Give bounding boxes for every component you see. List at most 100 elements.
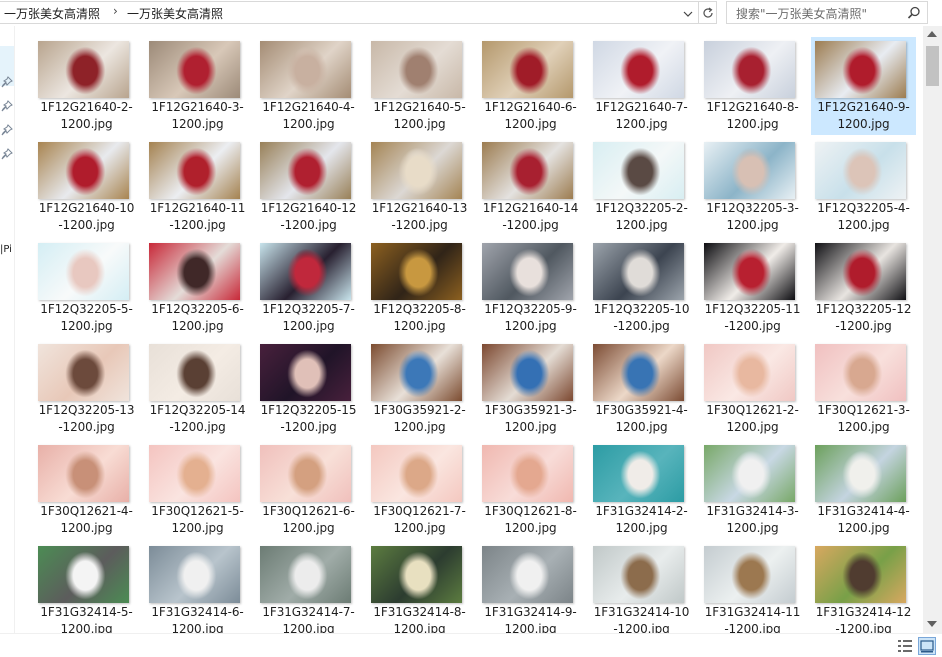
file-name-line: -1200.jpg [391, 218, 448, 232]
file-item[interactable]: 1F30G35921-2- 1200.jpg [367, 340, 472, 438]
file-item[interactable]: 1F12G21640-12 -1200.jpg [256, 138, 361, 236]
file-item[interactable]: 1F31G32414-2- 1200.jpg [589, 441, 694, 539]
file-item[interactable]: 1F12G21640-7- 1200.jpg [589, 37, 694, 135]
file-item[interactable]: 1F12G21640-14 -1200.jpg [478, 138, 583, 236]
file-name-line: 1F30G35921-3- [484, 403, 577, 417]
file-item[interactable]: 1F12G21640-2- 1200.jpg [34, 37, 139, 135]
file-name-line: 1F12Q32205-8- [373, 302, 466, 316]
search-icon[interactable] [907, 6, 921, 20]
vertical-scrollbar[interactable] [923, 26, 942, 633]
file-name-label: 1F12Q32205-4- 1200.jpg [811, 200, 916, 234]
file-name-label: 1F31G32414-9- 1200.jpg [478, 604, 583, 633]
breadcrumb-item[interactable]: 一万张美女高清照 [4, 5, 100, 22]
file-item[interactable]: 1F12Q32205-3- 1200.jpg [700, 138, 805, 236]
file-name-label: 1F12Q32205-12 -1200.jpg [811, 301, 916, 335]
file-item[interactable]: 1F12Q32205-6- 1200.jpg [145, 239, 250, 337]
file-item[interactable]: 1F12Q32205-10 -1200.jpg [589, 239, 694, 337]
image-thumbnail [482, 243, 573, 300]
file-name-line: 1F31G32414-11 [704, 605, 801, 619]
pin-icon [1, 76, 13, 88]
file-item[interactable]: 1F31G32414-4- 1200.jpg [811, 441, 916, 539]
file-name-label: 1F12Q32205-13 -1200.jpg [34, 402, 139, 436]
file-item[interactable]: 1F12Q32205-13 -1200.jpg [34, 340, 139, 438]
details-view-icon[interactable] [897, 638, 913, 654]
file-name-label: 1F12G21640-4- 1200.jpg [256, 99, 361, 133]
large-icons-view-icon[interactable] [918, 637, 936, 655]
search-box[interactable]: 搜索"一万张美女高清照" [726, 1, 928, 24]
file-item[interactable]: 1F12Q32205-15 -1200.jpg [256, 340, 361, 438]
file-item[interactable]: 1F30Q12621-8- 1200.jpg [478, 441, 583, 539]
nav-item-label-fragment[interactable]: |Pi [0, 244, 12, 255]
file-name-label: 1F31G32414-8- 1200.jpg [367, 604, 472, 633]
file-item[interactable]: 1F30Q12621-7- 1200.jpg [367, 441, 472, 539]
file-item[interactable]: 1F12G21640-8- 1200.jpg [700, 37, 805, 135]
image-thumbnail [38, 41, 129, 98]
file-name-line: 1F12Q32205-10 [593, 302, 690, 316]
file-item[interactable]: 1F12Q32205-2- 1200.jpg [589, 138, 694, 236]
file-item[interactable]: 1F31G32414-9- 1200.jpg [478, 542, 583, 633]
file-item[interactable]: 1F30Q12621-6- 1200.jpg [256, 441, 361, 539]
file-item[interactable]: 1F12Q32205-12 -1200.jpg [811, 239, 916, 337]
thumbnail-view-icon [920, 640, 934, 653]
file-name-line: 1F31G32414-3- [706, 504, 799, 518]
file-item[interactable]: 1F12G21640-11 -1200.jpg [145, 138, 250, 236]
file-name-label: 1F12G21640-12 -1200.jpg [256, 200, 361, 234]
file-name-line: 1200.jpg [615, 117, 668, 131]
file-name-line: 1F12G21640-3- [151, 100, 244, 114]
file-item[interactable]: 1F12G21640-5- 1200.jpg [367, 37, 472, 135]
file-item[interactable]: 1F31G32414-3- 1200.jpg [700, 441, 805, 539]
navigation-pane[interactable]: |Pi [0, 26, 15, 633]
address-history-dropdown[interactable] [679, 4, 697, 24]
file-item[interactable]: 1F30Q12621-3- 1200.jpg [811, 340, 916, 438]
file-name-label: 1F31G32414-7- 1200.jpg [256, 604, 361, 633]
file-item[interactable]: 1F31G32414-11 -1200.jpg [700, 542, 805, 633]
file-item[interactable]: 1F31G32414-5- 1200.jpg [34, 542, 139, 633]
file-item[interactable]: 1F12G21640-3- 1200.jpg [145, 37, 250, 135]
file-item[interactable]: 1F30G35921-4- 1200.jpg [589, 340, 694, 438]
scrollbar-thumb[interactable] [926, 46, 939, 86]
file-name-line: 1F30Q12621-2- [706, 403, 799, 417]
file-item[interactable]: 1F12Q32205-5- 1200.jpg [34, 239, 139, 337]
file-item[interactable]: 1F30Q12621-2- 1200.jpg [700, 340, 805, 438]
file-item[interactable]: 1F12Q32205-14 -1200.jpg [145, 340, 250, 438]
file-item[interactable]: 1F12G21640-9- 1200.jpg [811, 37, 916, 135]
file-item[interactable]: 1F12G21640-4- 1200.jpg [256, 37, 361, 135]
file-grid: 1F12G21640-2- 1200.jpg 1F12G21640-3- 1200.j… [34, 36, 922, 633]
file-item[interactable]: 1F30G35921-3- 1200.jpg [478, 340, 583, 438]
file-name-label: 1F12Q32205-3- 1200.jpg [700, 200, 805, 234]
file-item[interactable]: 1F12Q32205-9- 1200.jpg [478, 239, 583, 337]
file-item[interactable]: 1F30Q12621-5- 1200.jpg [145, 441, 250, 539]
image-thumbnail [482, 546, 573, 603]
file-item[interactable]: 1F30Q12621-4- 1200.jpg [34, 441, 139, 539]
scroll-up-arrow-icon[interactable] [927, 31, 937, 37]
file-name-line: 1F12Q32205-4- [817, 201, 910, 215]
file-name-line: 1200.jpg [171, 319, 224, 333]
file-item[interactable]: 1F31G32414-10 -1200.jpg [589, 542, 694, 633]
image-thumbnail [704, 445, 795, 502]
file-item[interactable]: 1F12G21640-10 -1200.jpg [34, 138, 139, 236]
breadcrumb-separator[interactable]: › [113, 4, 118, 18]
file-item[interactable]: 1F12Q32205-7- 1200.jpg [256, 239, 361, 337]
image-thumbnail [260, 41, 351, 98]
file-name-label: 1F12G21640-9- 1200.jpg [811, 99, 916, 133]
file-item[interactable]: 1F31G32414-12 -1200.jpg [811, 542, 916, 633]
address-bar[interactable]: 一万张美女高清照 › 一万张美女高清照 [0, 1, 699, 24]
breadcrumb-item[interactable]: 一万张美女高清照 [127, 5, 223, 22]
file-list-view[interactable]: 1F12G21640-2- 1200.jpg 1F12G21640-3- 1200.j… [15, 26, 923, 633]
file-item[interactable]: 1F12Q32205-4- 1200.jpg [811, 138, 916, 236]
file-name-label: 1F12G21640-3- 1200.jpg [145, 99, 250, 133]
file-item[interactable]: 1F12G21640-6- 1200.jpg [478, 37, 583, 135]
file-item[interactable]: 1F31G32414-6- 1200.jpg [145, 542, 250, 633]
file-name-line: 1F12G21640-11 [149, 201, 246, 215]
file-item[interactable]: 1F12G21640-13 -1200.jpg [367, 138, 472, 236]
file-item[interactable]: 1F12Q32205-8- 1200.jpg [367, 239, 472, 337]
refresh-button[interactable] [699, 1, 717, 24]
image-thumbnail [593, 546, 684, 603]
scroll-down-arrow-icon[interactable] [927, 621, 937, 627]
file-name-label: 1F12G21640-8- 1200.jpg [700, 99, 805, 133]
file-item[interactable]: 1F31G32414-8- 1200.jpg [367, 542, 472, 633]
image-thumbnail [260, 445, 351, 502]
file-name-label: 1F12Q32205-14 -1200.jpg [145, 402, 250, 436]
file-item[interactable]: 1F31G32414-7- 1200.jpg [256, 542, 361, 633]
file-item[interactable]: 1F12Q32205-11 -1200.jpg [700, 239, 805, 337]
